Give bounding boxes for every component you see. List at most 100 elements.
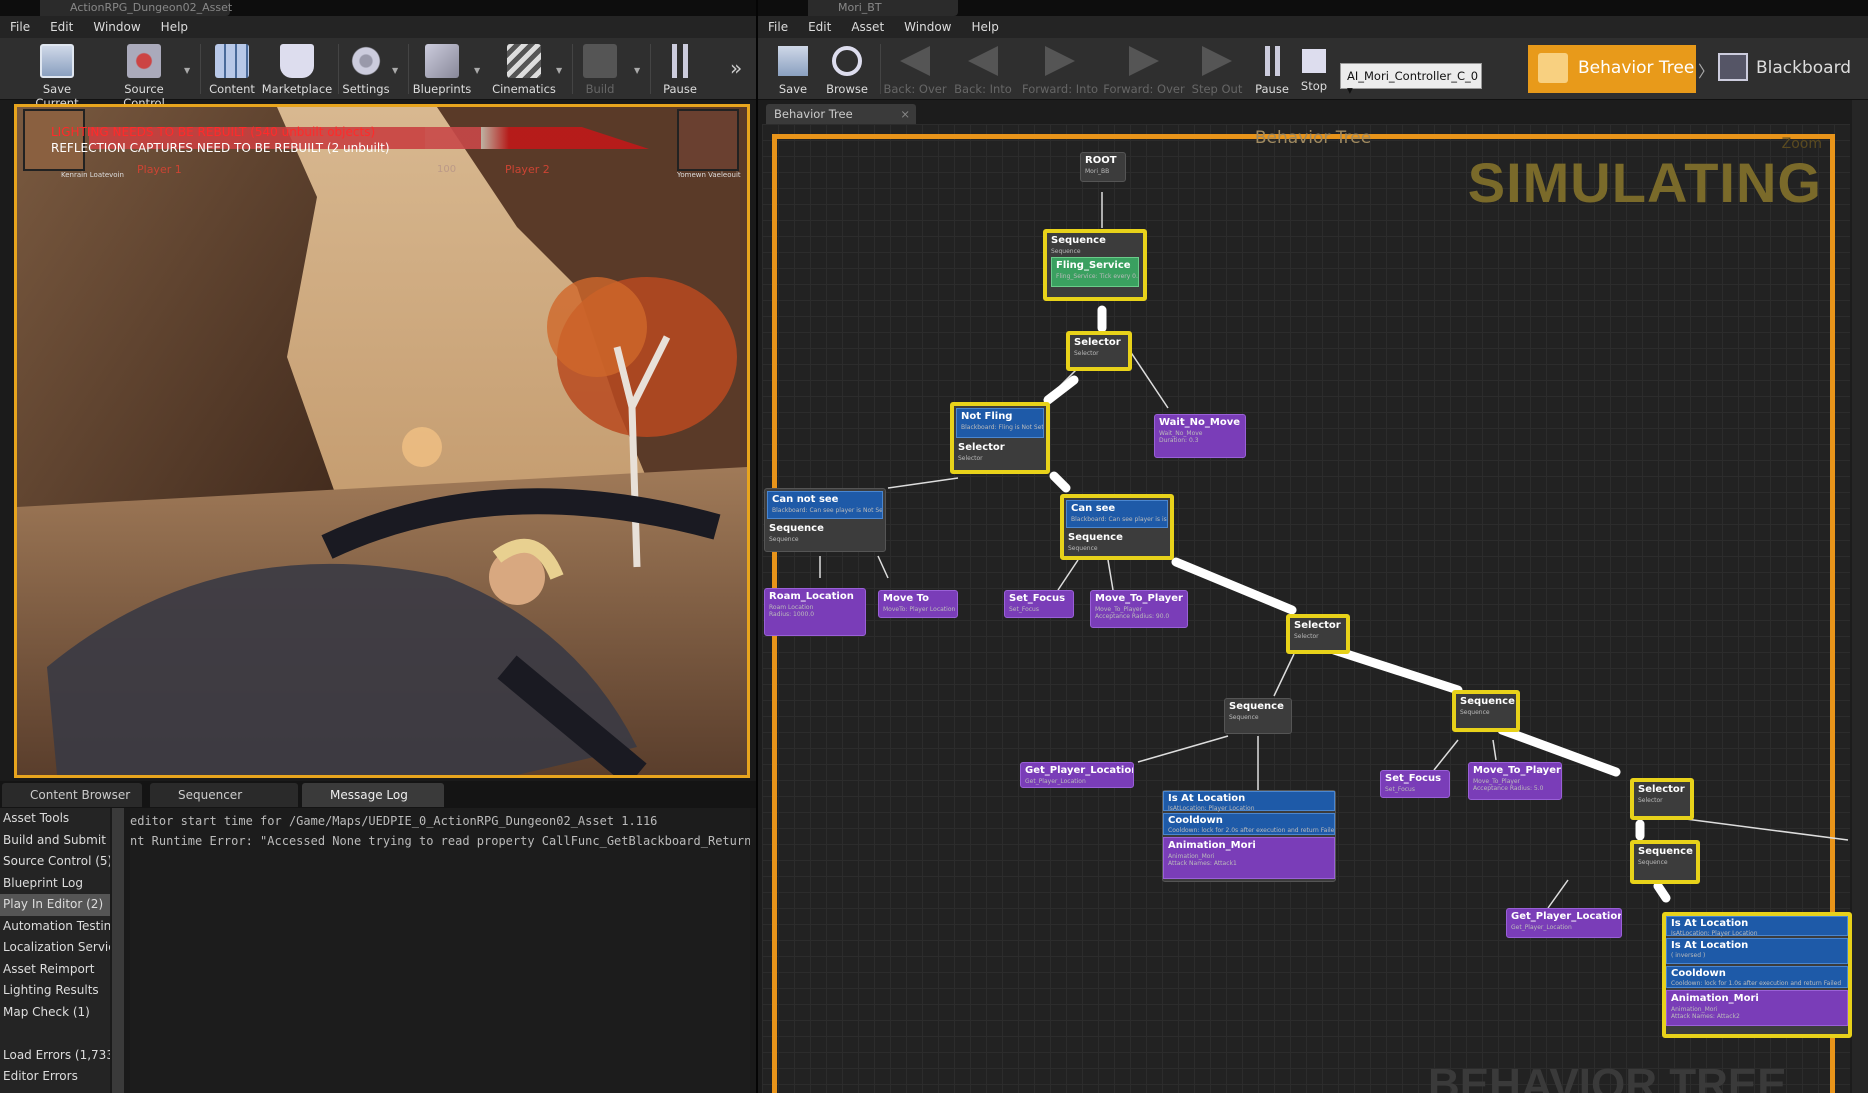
edge (1273, 653, 1295, 697)
bt-sequence-node[interactable]: Sequence Sequence (1224, 698, 1292, 734)
bt-task-node[interactable]: Is At Location IsAtLocation: Player Locat… (1162, 790, 1336, 882)
player1-name: Kenrain Loatevoin (61, 171, 124, 179)
behavior-tree-window: Mori_BT File Edit Asset Window Help Save… (758, 0, 1868, 1093)
content-icon (215, 44, 249, 78)
level-tab[interactable]: ActionRPG_Dungeon02_Asset (40, 0, 232, 16)
reflection-warning: REFLECTION CAPTURES NEED TO BE REBUILT (… (51, 141, 390, 155)
scene-image (17, 107, 747, 775)
edge (1677, 817, 1849, 841)
source-control-dropdown[interactable]: ▼ (184, 66, 192, 75)
bt-task-node[interactable]: Set_Focus Set_Focus (1380, 770, 1450, 798)
edge (1107, 559, 1114, 591)
bt-task-node[interactable]: Animation_Mori Animation_Mori Attack Names… (1163, 837, 1335, 879)
source-control-button[interactable]: Source Control (104, 42, 184, 110)
bt-task-node[interactable]: Get_Player_Location Get_Player_Location (1020, 762, 1134, 788)
toolbar-overflow-icon[interactable]: » (730, 56, 742, 80)
bt-root-node[interactable]: ROOT Mori_BB (1080, 152, 1126, 182)
log-category-item[interactable]: Map Check (1) (0, 1002, 110, 1024)
pause-icon (663, 44, 697, 78)
active-edge (1043, 375, 1079, 405)
bt-task-node[interactable]: Get_Player_Location Get_Player_Location (1506, 908, 1622, 938)
source-control-icon (127, 44, 161, 78)
mode-strip (0, 100, 12, 780)
save-current-button[interactable]: Save Current (20, 42, 94, 110)
edge (1547, 879, 1569, 909)
bt-task-node[interactable]: Set_Focus Set_Focus (1004, 590, 1074, 618)
marketplace-button[interactable]: Marketplace (260, 42, 334, 98)
level-toolbar: Save Current Source Control ▼ Content Ma… (0, 38, 756, 110)
content-button[interactable]: Content (204, 42, 260, 98)
bt-decorator-node[interactable]: Cooldown Cooldown: lock for 1.0s after ex… (1666, 966, 1848, 988)
settings-button[interactable]: Settings (338, 42, 394, 98)
menu-help[interactable]: Help (151, 20, 198, 34)
details-panel-strip[interactable] (1852, 100, 1868, 1093)
settings-icon (349, 44, 383, 78)
hp-value: 100 (437, 164, 457, 175)
lighting-warning: LIGHTING NEEDS TO BE REBUILT (540 unbuil… (51, 125, 376, 139)
bt-selector-node[interactable]: Selector Selector (1066, 331, 1132, 371)
log-category-item[interactable]: Editor Errors (0, 1066, 110, 1088)
bt-decorator-node[interactable]: Can not see Blackboard: Can see player is… (767, 491, 883, 519)
tab-content-browser[interactable]: Content Browser (2, 783, 142, 807)
bt-task-node[interactable]: Move To MoveTo: Player Location (878, 590, 958, 618)
bt-selector-node[interactable]: Selector Selector (1630, 778, 1694, 820)
tab-sequencer[interactable]: Sequencer (150, 783, 298, 807)
pause-button[interactable]: Pause (652, 42, 708, 98)
bt-task-node[interactable]: Animation_Mori Animation_Mori Attack Names… (1666, 990, 1848, 1026)
bt-decorator-node[interactable]: Can see Blackboard: Can see player is is … (1066, 500, 1168, 528)
bt-selector-node[interactable]: Selector Selector (1286, 614, 1350, 654)
bt-task-node[interactable]: Move_To_Player Move_To_Player Acceptance R… (1090, 590, 1188, 628)
log-category-item[interactable]: Localization Service (0, 937, 110, 959)
bt-task-node[interactable]: Move_To_Player Move_To_Player Acceptance R… (1468, 762, 1562, 800)
log-category-item[interactable]: Automation Testing (0, 916, 110, 938)
log-category-item-selected[interactable]: Play In Editor (2) (0, 894, 110, 916)
bt-task-node[interactable]: Is At Location IsAtLocation: Player Locat… (1662, 912, 1852, 1038)
bt-task-node[interactable]: Wait_No_Move Wait_No_Move Duration: 0.3 (1154, 414, 1246, 458)
toolbar-separator (200, 44, 201, 94)
log-category-item[interactable]: Asset Tools (0, 808, 110, 830)
bt-selector-node[interactable]: Not Fling Blackboard: Fling is Not Set Se… (950, 402, 1050, 474)
cinematics-dropdown[interactable]: ▼ (556, 66, 564, 75)
bt-sequence-node[interactable]: Sequence Sequence (1452, 690, 1520, 732)
tab-message-log[interactable]: Message Log (302, 783, 444, 807)
log-category-item[interactable]: Blueprint Log (0, 873, 110, 895)
edge (1127, 347, 1169, 409)
settings-dropdown[interactable]: ▼ (392, 66, 400, 75)
marketplace-icon (280, 44, 314, 78)
bt-service-node[interactable]: Fling_Service Fling_Service: Tick every 0… (1051, 257, 1139, 287)
log-category-item[interactable]: Load Errors (1,733) (0, 1045, 110, 1067)
bt-task-node[interactable]: Roam_Location Roam Location Radius: 1000.0 (764, 588, 866, 636)
cinematics-button[interactable]: Cinematics (488, 42, 560, 98)
bt-decorator-node[interactable]: Cooldown Cooldown: lock for 2.0s after ex… (1163, 813, 1335, 835)
blueprints-dropdown[interactable]: ▼ (474, 66, 482, 75)
player1-portrait (23, 109, 85, 171)
edge (1492, 739, 1497, 761)
build-dropdown[interactable]: ▼ (634, 66, 642, 75)
log-category-item[interactable]: Build and Submit Er (0, 830, 110, 852)
log-category-item[interactable]: Asset Reimport (0, 959, 110, 981)
bt-decorator-node[interactable]: Is At Location( inversed ) (1666, 938, 1848, 964)
log-category-list: Asset Tools Build and Submit Er Source C… (0, 808, 110, 1093)
bt-decorator-node[interactable]: Is At Location IsAtLocation: Player Locat… (1666, 916, 1848, 937)
blueprints-button[interactable]: Blueprints (408, 42, 476, 98)
menu-file[interactable]: File (0, 20, 40, 34)
log-category-item[interactable]: Lighting Results (0, 980, 110, 1002)
level-editor-window: ActionRPG_Dungeon02_Asset File Edit Wind… (0, 0, 756, 1093)
category-scrollbar[interactable] (112, 808, 124, 1093)
log-category-item[interactable]: Source Control (5) (0, 851, 110, 873)
player1-label: Player 1 (137, 163, 182, 176)
log-line[interactable]: nt Runtime Error: "Accessed None trying … (130, 834, 750, 854)
bt-sequence-node[interactable]: Can see Blackboard: Can see player is is … (1060, 494, 1174, 560)
game-viewport[interactable]: Kenrain Loatevoin Yomewn Vaeleouit Playe… (14, 104, 750, 778)
bt-decorator-node[interactable]: Is At Location IsAtLocation: Player Locat… (1163, 791, 1335, 812)
bottom-tab-bar: Content Browser Sequencer Message Log (0, 781, 756, 808)
toolbar-separator (650, 44, 651, 94)
bt-decorator-node[interactable]: Not Fling Blackboard: Fling is Not Set (956, 408, 1044, 438)
menu-window[interactable]: Window (83, 20, 150, 34)
blueprints-icon (425, 44, 459, 78)
menu-edit[interactable]: Edit (40, 20, 83, 34)
build-button[interactable]: Build (572, 42, 628, 98)
bt-sequence-node[interactable]: Can not see Blackboard: Can see player is… (764, 488, 886, 552)
bt-sequence-node[interactable]: Sequence Sequence (1630, 840, 1700, 884)
bt-sequence-node[interactable]: Sequence Sequence Fling_Service Fling_Serv… (1043, 229, 1147, 301)
